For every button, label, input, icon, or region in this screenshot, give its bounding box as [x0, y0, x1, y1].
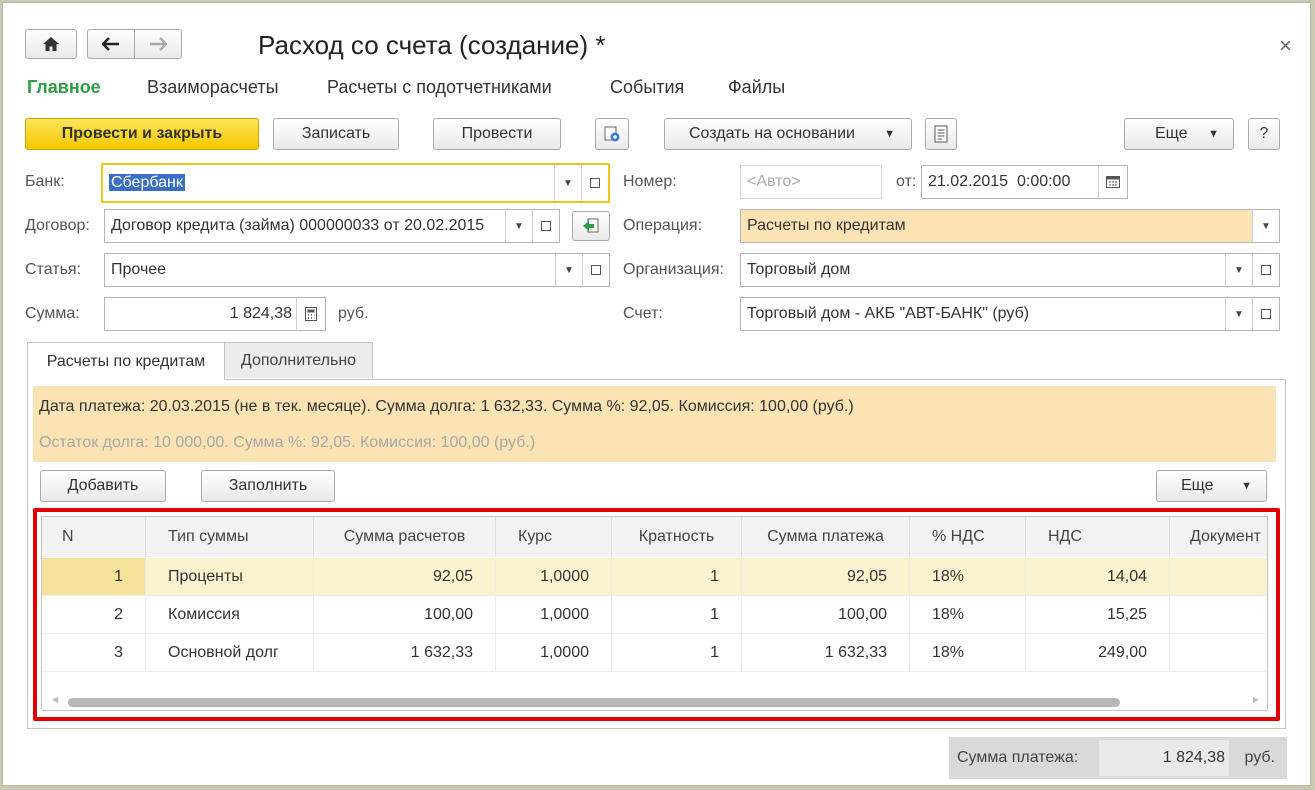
window-title: Расход со счета (создание) * — [258, 30, 606, 60]
post-and-close-button[interactable]: Провести и закрыть — [25, 118, 259, 150]
create-based-on-button[interactable]: Создать на основании ▼ — [664, 118, 912, 150]
payment-total-label: Сумма платежа: — [957, 749, 1079, 766]
report-structure-button[interactable] — [595, 118, 629, 150]
article-value: Прочее — [111, 261, 167, 278]
bank-value: Сбербанк — [109, 174, 185, 191]
chevron-down-icon[interactable]: ▼ — [555, 254, 582, 286]
arrow-left-icon — [102, 37, 119, 51]
open-icon[interactable] — [1252, 254, 1279, 286]
info-line-payment: Дата платежа: 20.03.2015 (не в тек. меся… — [39, 398, 854, 415]
structure-icon — [604, 126, 620, 142]
contract-value: Договор кредита (займа) 000000033 от 20.… — [111, 217, 485, 234]
open-icon[interactable] — [582, 254, 609, 286]
number-placeholder: <Авто> — [747, 173, 801, 190]
chevron-down-icon[interactable]: ▼ — [554, 165, 581, 201]
account-field[interactable]: Торговый дом - АКБ "АВТ-БАНК" (руб) ▼ — [740, 297, 1280, 331]
number-label: Номер: — [623, 173, 677, 190]
tab-additional[interactable]: Дополнительно — [224, 342, 373, 378]
menu-events[interactable]: События — [610, 77, 684, 98]
payment-total-currency: руб. — [1244, 749, 1275, 766]
date-field[interactable]: 21.02.2015 0:00:00 — [921, 165, 1128, 199]
account-value: Торговый дом - АКБ "АВТ-БАНК" (руб) — [747, 305, 1030, 322]
open-icon[interactable] — [581, 165, 608, 201]
calculator-icon[interactable] — [296, 298, 325, 330]
organization-value: Торговый дом — [747, 261, 851, 278]
operation-label: Операция: — [623, 217, 703, 234]
more-label: Еще — [1155, 125, 1188, 142]
menu-main[interactable]: Главное — [27, 77, 101, 98]
operation-field[interactable]: Расчеты по кредитам ▼ — [740, 209, 1280, 243]
document-icon — [934, 125, 948, 143]
bank-field[interactable]: Сбербанк ▼ — [101, 163, 610, 203]
sum-label: Сумма: — [25, 305, 80, 322]
date-label: от: — [896, 173, 917, 190]
fill-button[interactable]: Заполнить — [201, 470, 335, 502]
fill-arrow-icon — [583, 218, 599, 233]
table-more-button[interactable]: Еще ▼ — [1156, 470, 1267, 502]
home-button[interactable] — [25, 29, 77, 59]
organization-field[interactable]: Торговый дом ▼ — [740, 253, 1280, 287]
number-field[interactable]: <Авто> — [740, 165, 882, 199]
contract-label: Договор: — [25, 217, 90, 234]
save-button[interactable]: Записать — [273, 118, 399, 150]
highlight-frame — [33, 508, 1280, 721]
print-document-button[interactable] — [925, 118, 957, 150]
document-window: Расход со счета (создание) * × Главное В… — [2, 2, 1311, 786]
sum-value: 1 824,38 — [229, 305, 292, 322]
bank-label: Банк: — [25, 173, 65, 190]
menu-accountable-settlements[interactable]: Расчеты с подотчетниками — [327, 77, 552, 98]
home-icon — [43, 37, 59, 51]
contract-action-button[interactable] — [572, 211, 610, 241]
chevron-down-icon[interactable]: ▼ — [1225, 254, 1252, 286]
menu-files[interactable]: Файлы — [728, 77, 785, 98]
chevron-down-icon: ▼ — [884, 128, 895, 140]
help-button[interactable]: ? — [1248, 118, 1280, 150]
payment-total-panel: Сумма платежа: 1 824,38 руб. — [949, 737, 1287, 779]
article-field[interactable]: Прочее ▼ — [104, 253, 610, 287]
post-button[interactable]: Провести — [433, 118, 561, 150]
open-icon[interactable] — [1252, 298, 1279, 330]
chevron-down-icon[interactable]: ▼ — [505, 210, 532, 242]
more-button[interactable]: Еще ▼ — [1124, 118, 1234, 150]
sum-field[interactable]: 1 824,38 — [104, 297, 326, 331]
date-value: 21.02.2015 0:00:00 — [928, 173, 1071, 190]
arrow-right-icon — [150, 37, 167, 51]
forward-button[interactable] — [134, 29, 182, 59]
contract-field[interactable]: Договор кредита (займа) 000000033 от 20.… — [104, 209, 560, 243]
tab-credit-settlements[interactable]: Расчеты по кредитам — [27, 342, 225, 380]
chevron-down-icon[interactable]: ▼ — [1252, 210, 1279, 242]
add-button[interactable]: Добавить — [40, 470, 166, 502]
menu-mutual-settlements[interactable]: Взаиморасчеты — [147, 77, 279, 98]
sum-currency: руб. — [338, 305, 369, 322]
calendar-icon[interactable] — [1098, 166, 1127, 198]
account-label: Счет: — [623, 305, 663, 322]
open-icon[interactable] — [532, 210, 559, 242]
info-panel: Дата платежа: 20.03.2015 (не в тек. меся… — [33, 386, 1276, 462]
chevron-down-icon: ▼ — [1208, 128, 1219, 140]
create-based-on-label: Создать на основании — [689, 125, 855, 142]
chevron-down-icon[interactable]: ▼ — [1225, 298, 1252, 330]
operation-value: Расчеты по кредитам — [747, 217, 906, 234]
back-button[interactable] — [87, 29, 135, 59]
chevron-down-icon: ▼ — [1241, 480, 1252, 492]
payment-total-value: 1 824,38 — [1162, 749, 1225, 766]
table-more-label: Еще — [1181, 477, 1214, 494]
info-line-remaining: Остаток долга: 10 000,00. Сумма %: 92,05… — [39, 434, 536, 451]
organization-label: Организация: — [623, 261, 724, 278]
article-label: Статья: — [25, 261, 82, 278]
close-icon[interactable]: × — [1279, 33, 1292, 59]
